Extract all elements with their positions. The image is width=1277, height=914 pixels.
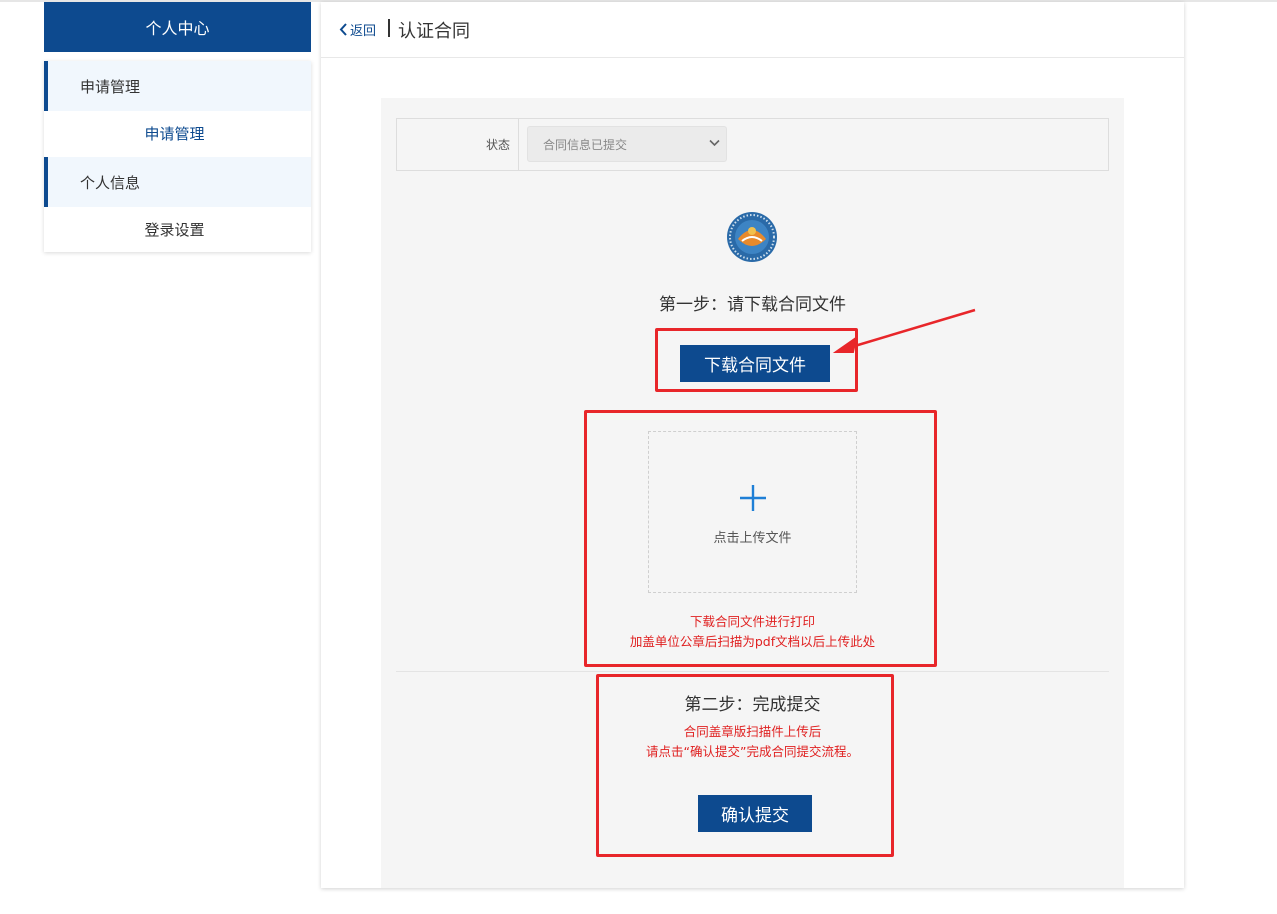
page-header: 返回 认证合同 <box>321 2 1184 58</box>
section-divider <box>396 671 1109 672</box>
page-title: 认证合同 <box>398 21 470 42</box>
annotation-box-upload <box>584 410 937 667</box>
chevron-down-icon <box>709 139 720 147</box>
sidebar-title: 个人中心 <box>44 2 311 52</box>
sidebar-group-personal-info[interactable]: 个人信息 <box>44 157 311 207</box>
back-button[interactable]: 返回 <box>339 20 376 39</box>
status-row: 状态 合同信息已提交 <box>396 118 1109 171</box>
annotation-box-download <box>655 328 858 392</box>
organization-logo-icon <box>727 212 777 262</box>
annotation-box-submit <box>596 674 894 857</box>
sidebar-item-login-settings[interactable]: 登录设置 <box>44 207 311 252</box>
step1-title: 第一步：请下载合同文件 <box>659 295 846 315</box>
header-divider <box>388 19 390 37</box>
status-select[interactable]: 合同信息已提交 <box>527 126 727 162</box>
back-label: 返回 <box>350 24 377 39</box>
sidebar-group-application[interactable]: 申请管理 <box>44 61 311 111</box>
status-label: 状态 <box>397 119 519 170</box>
sidebar-item-application-management[interactable]: 申请管理 <box>44 111 311 156</box>
status-select-value: 合同信息已提交 <box>543 137 628 152</box>
chevron-left-icon <box>339 23 347 36</box>
sidebar-menu: 申请管理 申请管理 个人信息 登录设置 <box>44 61 311 252</box>
